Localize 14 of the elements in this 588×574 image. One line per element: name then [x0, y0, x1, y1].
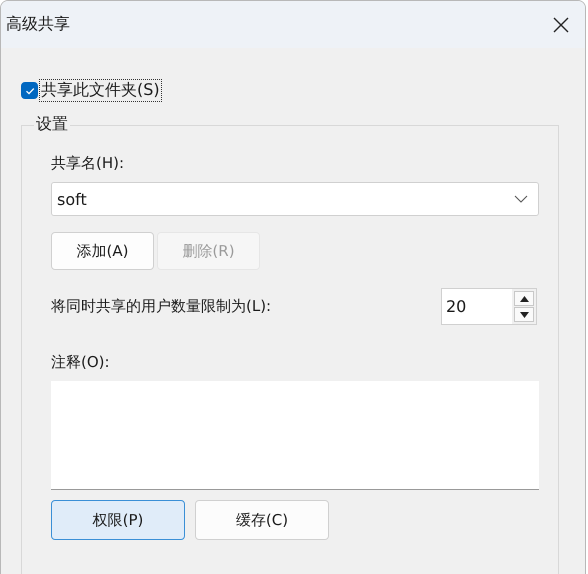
share-name-dropdown[interactable]: soft — [51, 182, 539, 216]
window-title: 高级共享 — [6, 14, 70, 35]
close-button[interactable] — [553, 16, 569, 32]
add-button[interactable]: 添加(A) — [51, 232, 154, 270]
caching-button[interactable]: 缓存(C) — [195, 500, 329, 540]
permissions-button[interactable]: 权限(P) — [51, 500, 185, 540]
share-name-label: 共享名(H): — [51, 154, 126, 173]
user-limit-label: 将同时共享的用户数量限制为(L): — [51, 297, 272, 316]
checkbox-label[interactable]: 共享此文件夹(S) — [40, 80, 161, 101]
chevron-down-icon — [514, 195, 528, 203]
comment-label: 注释(O): — [51, 353, 111, 372]
comment-field[interactable] — [51, 381, 539, 490]
checkbox[interactable] — [21, 82, 38, 99]
close-icon — [553, 16, 569, 32]
